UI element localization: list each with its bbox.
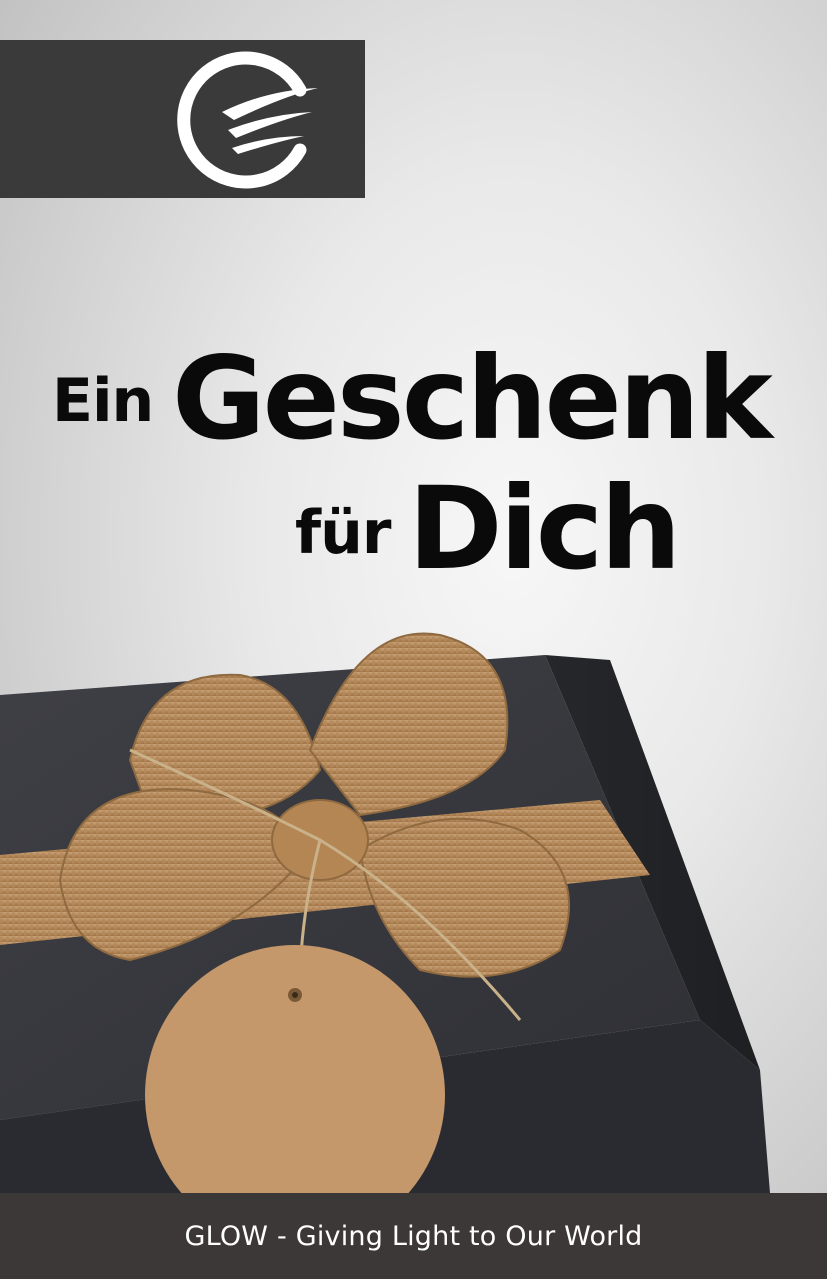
footer-bar: GLOW - Giving Light to Our World [0,1193,827,1279]
gift-box-icon [0,632,770,1193]
title-word-fur: für [295,498,391,568]
title-word-ein: Ein [52,366,154,436]
glow-g-logo-icon [177,51,318,189]
footer-text: GLOW - Giving Light to Our World [184,1220,643,1252]
logo-box [0,40,365,198]
cover-title: Ein Geschenk für Dich [0,330,827,600]
title-word-geschenk: Geschenk [172,332,773,465]
title-word-dich: Dich [408,462,681,595]
